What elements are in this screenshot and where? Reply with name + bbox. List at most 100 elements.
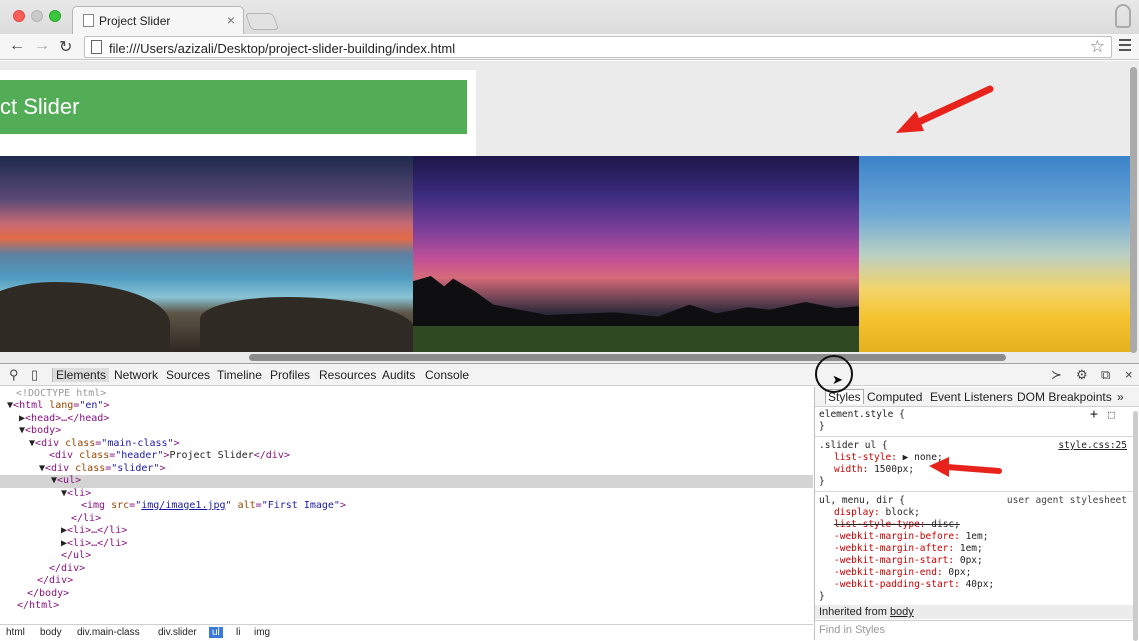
horizontal-scrollbar[interactable] <box>249 354 1006 361</box>
tab-computed[interactable]: Computed <box>867 390 922 404</box>
elements-tree: <!DOCTYPE html> ▼<html lang="en"> ▶<head… <box>0 387 813 619</box>
breadcrumb-html[interactable]: html <box>6 627 25 638</box>
css-prop-list-style-type[interactable]: list-style-type: disc; <box>834 519 960 531</box>
find-in-styles-input[interactable]: Find in Styles <box>815 620 1133 640</box>
console-drawer-icon[interactable]: ≻ <box>1051 367 1062 383</box>
browser-toolbar: ← → ↻ file:///Users/azizali/Desktop/proj… <box>0 34 1139 60</box>
new-tab-button[interactable] <box>244 13 280 30</box>
tab-title: Project Slider <box>99 14 171 28</box>
css-prop-width[interactable]: width: 1500px; <box>834 464 914 476</box>
dom-node-img[interactable]: <img src="img/image1.jpg" alt="First Ima… <box>0 500 813 513</box>
hamburger-menu-icon[interactable] <box>1119 39 1131 54</box>
red-arrow-icon <box>896 85 994 133</box>
css-prop-padding-start[interactable]: -webkit-padding-start: 40px; <box>834 579 994 591</box>
tab-resources[interactable]: Resources <box>319 368 376 382</box>
user-agent-stylesheet-label: user agent stylesheet <box>1006 495 1127 506</box>
styles-pane: Styles Computed Event Listeners DOM Brea… <box>814 387 1139 641</box>
tab-console[interactable]: Console <box>425 368 469 382</box>
breadcrumb-div-slider[interactable]: div.slider <box>158 627 197 638</box>
tab-profiles[interactable]: Profiles <box>270 368 310 382</box>
dom-node-ul-selected[interactable]: ▼<ul> <box>0 475 813 488</box>
rule-slider-ul-selector[interactable]: .slider ul { <box>819 440 888 452</box>
minimize-window-button[interactable] <box>31 10 43 22</box>
profile-icon[interactable] <box>1115 4 1131 28</box>
rule-ua-close: } <box>819 591 825 602</box>
dom-node-html[interactable]: ▼<html lang="en"> <box>0 400 813 413</box>
img-src-link[interactable]: img/image1.jpg <box>141 500 225 511</box>
tab-audits[interactable]: Audits <box>382 368 415 382</box>
dom-node-div-close-1[interactable]: </div> <box>0 563 813 576</box>
toggle-state-icon[interactable]: ⬚ <box>1108 408 1115 421</box>
rule-source-link[interactable]: style.css:25 <box>1058 440 1127 451</box>
close-window-button[interactable] <box>13 10 25 22</box>
dom-node-div-close-2[interactable]: </div> <box>0 575 813 588</box>
styles-tabbar: Styles Computed Event Listeners DOM Brea… <box>815 387 1139 407</box>
tab-dom-breakpoints[interactable]: DOM Breakpoints <box>1017 390 1112 404</box>
slide-image-1 <box>0 156 413 352</box>
rule-ua-selector[interactable]: ul, menu, dir { <box>819 495 905 507</box>
css-prop-margin-start[interactable]: -webkit-margin-start: 0px; <box>834 555 983 567</box>
more-tabs-icon[interactable]: » <box>1117 390 1124 404</box>
css-prop-margin-before[interactable]: -webkit-margin-before: 1em; <box>834 531 988 543</box>
dom-node-ul-close[interactable]: </ul> <box>0 550 813 563</box>
tab-close-icon[interactable]: × <box>227 12 235 28</box>
mouse-pointer-icon: ➤ <box>832 372 843 387</box>
css-prop-margin-end[interactable]: -webkit-margin-end: 0px; <box>834 567 971 579</box>
styles-scrollbar[interactable] <box>1133 411 1138 641</box>
address-bar[interactable]: file:///Users/azizali/Desktop/project-sl… <box>84 36 1112 58</box>
vertical-scrollbar[interactable] <box>1130 67 1137 353</box>
page-header: ct Slider <box>0 80 467 134</box>
tab-timeline[interactable]: Timeline <box>217 368 262 382</box>
css-prop-margin-after[interactable]: -webkit-margin-after: 1em; <box>834 543 983 555</box>
browser-tab[interactable]: Project Slider × <box>72 6 244 34</box>
dom-node-doctype[interactable]: <!DOCTYPE html> <box>0 388 813 401</box>
breadcrumb-body[interactable]: body <box>40 627 62 638</box>
star-icon[interactable]: ☆ <box>1090 37 1105 57</box>
dom-node-html-close[interactable]: </html> <box>0 600 813 613</box>
dom-node-li-3[interactable]: ▶<li>…</li> <box>0 538 813 551</box>
gear-icon[interactable]: ⚙ <box>1076 367 1088 383</box>
dock-side-icon[interactable]: ⧉ <box>1101 367 1110 383</box>
tab-network[interactable]: Network <box>114 368 158 382</box>
dom-node-div-slider[interactable]: ▼<div class="slider"> <box>0 463 813 476</box>
search-icon[interactable]: ⚲ <box>9 367 19 383</box>
devtools-tabbar: ⚲ ▯ Elements Network Sources Timeline Pr… <box>0 364 1139 386</box>
dom-node-div-header[interactable]: <div class="header">Project Slider</div> <box>0 450 813 463</box>
slide-image-3 <box>859 156 1131 352</box>
element-style-close: } <box>819 421 825 432</box>
add-rule-icon[interactable]: + <box>1090 407 1098 422</box>
dom-node-head[interactable]: ▶<head>…</head> <box>0 413 813 426</box>
devtools-panel: ⚲ ▯ Elements Network Sources Timeline Pr… <box>0 363 1139 641</box>
page-favicon-icon <box>83 14 94 27</box>
header-title: ct Slider <box>0 94 80 119</box>
breadcrumb-li[interactable]: li <box>236 627 240 638</box>
inherited-from-header: Inherited from body <box>815 605 1133 619</box>
breadcrumb-div-main-class[interactable]: div.main-class <box>77 627 140 638</box>
forward-arrow-icon[interactable]: → <box>34 37 50 55</box>
main-class-container: ct Slider <box>0 70 476 156</box>
element-style-selector[interactable]: element.style { <box>819 409 905 421</box>
dom-node-li[interactable]: ▼<li> <box>0 488 813 501</box>
back-arrow-icon[interactable]: ← <box>9 37 25 55</box>
zoom-window-button[interactable] <box>49 10 61 22</box>
url-text: file:///Users/azizali/Desktop/project-sl… <box>109 41 456 56</box>
dom-node-body-close[interactable]: </body> <box>0 588 813 601</box>
inherited-body-link[interactable]: body <box>890 606 914 618</box>
dom-node-body[interactable]: ▼<body> <box>0 425 813 438</box>
close-devtools-icon[interactable]: × <box>1125 367 1133 382</box>
tab-sources[interactable]: Sources <box>166 368 210 382</box>
page-viewport: ct Slider <box>0 61 1139 363</box>
reload-icon[interactable]: ↻ <box>59 37 72 57</box>
tab-event-listeners[interactable]: Event Listeners <box>930 390 1013 404</box>
browser-titlebar: Project Slider × <box>0 0 1139 34</box>
device-mode-icon[interactable]: ▯ <box>31 367 38 383</box>
css-prop-display[interactable]: display: block; <box>834 507 920 519</box>
dom-node-div-main[interactable]: ▼<div class="main-class"> <box>0 438 813 451</box>
dom-node-li-2[interactable]: ▶<li>…</li> <box>0 525 813 538</box>
slide-image-2 <box>413 156 859 352</box>
breadcrumb-img[interactable]: img <box>254 627 270 638</box>
tab-elements[interactable]: Elements <box>52 368 110 382</box>
page-icon <box>91 40 102 54</box>
dom-node-li-close[interactable]: </li> <box>0 513 813 526</box>
breadcrumb-ul[interactable]: ul <box>209 627 223 638</box>
